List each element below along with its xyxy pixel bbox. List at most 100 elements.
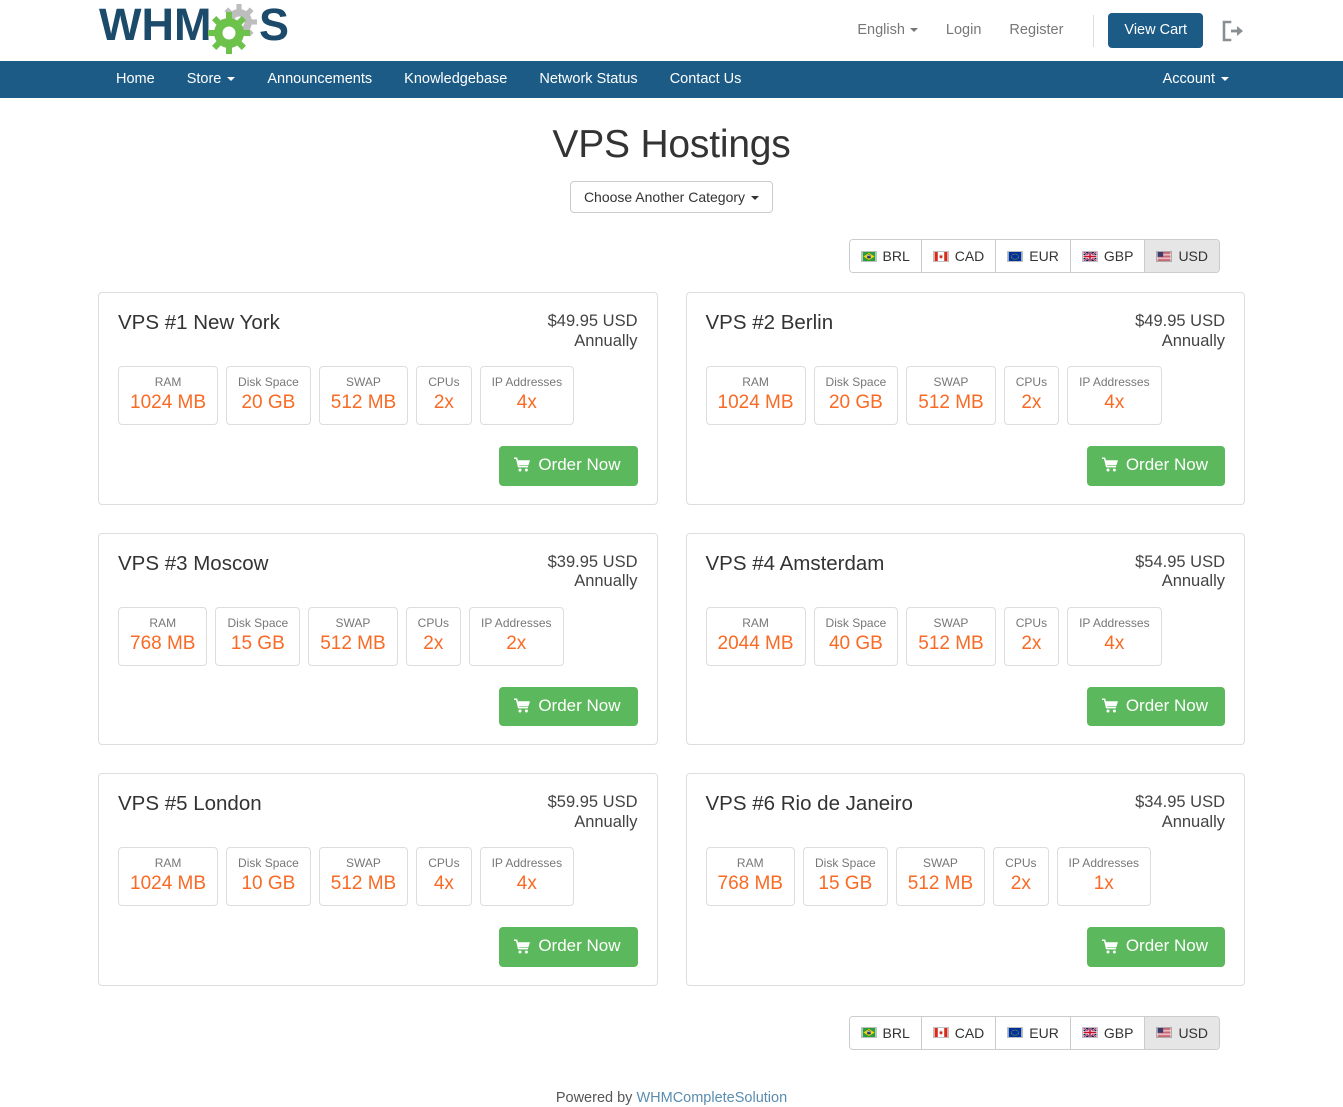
cart-icon [514, 938, 531, 955]
nav-item-account[interactable]: Account [1146, 61, 1245, 98]
spec-box: IP Addresses 1x [1056, 847, 1152, 907]
product-price-block: $59.95 USD Annually [548, 790, 638, 832]
spec-value: 10 GB [241, 873, 296, 895]
spec-box: IP Addresses 2x [469, 606, 564, 666]
order-now-button[interactable]: Order Now [1086, 686, 1225, 727]
nav-item-knowledgebase[interactable]: Knowledgebase [388, 61, 523, 98]
cart-glyph [514, 938, 531, 954]
currency-button-usd-top[interactable]: USD [1145, 240, 1219, 273]
order-now-button[interactable]: Order Now [1086, 927, 1225, 967]
spec-box: RAM 768 MB [705, 847, 795, 907]
product-card-header: VPS #6 Rio de Janeiro $34.95 USD Annually [706, 790, 1226, 832]
product-price-block: $49.95 USD Annually [1135, 309, 1225, 351]
currency-button-eur-top[interactable]: EUR [996, 240, 1071, 273]
currency-button-eur-bottom[interactable]: EUR [996, 1016, 1071, 1050]
login-link[interactable]: Login [932, 23, 995, 38]
spec-label: Disk Space [825, 615, 887, 630]
product-name: VPS #5 London [118, 792, 262, 816]
spec-box: SWAP 512 MB [906, 366, 996, 426]
spec-label: CPUs [1015, 615, 1048, 630]
header-actions: English Login Register View Cart [857, 0, 1245, 61]
spec-box: IP Addresses 4x [1067, 366, 1162, 426]
spec-value: 2x [1021, 392, 1042, 414]
main-navbar: Home Store Announcements Knowledgebase N… [0, 61, 1343, 98]
product-grid: VPS #1 New York $49.95 USD Annually RAM 1024… [0, 292, 1343, 986]
product-price: $49.95 USD [1135, 312, 1225, 331]
nav-item-network-status[interactable]: Network Status [523, 61, 653, 98]
chevron-down-icon [751, 196, 760, 201]
product-name: VPS #2 Berlin [705, 311, 834, 335]
spec-value: 15 GB [230, 632, 285, 654]
register-link[interactable]: Register [995, 23, 1077, 38]
product-card: VPS #1 New York $49.95 USD Annually RAM 1024… [98, 292, 658, 505]
spec-box: Disk Space 20 GB [813, 366, 899, 426]
language-label: English [857, 22, 905, 39]
currency-label: USD [1178, 1024, 1208, 1041]
product-name: VPS #6 Rio de Janeiro [705, 792, 913, 816]
footer-link[interactable]: WHMCompleteSolution [636, 1090, 787, 1106]
view-cart-button[interactable]: View Cart [1108, 13, 1203, 48]
product-name: VPS #4 Amsterdam [705, 551, 885, 575]
spec-label: IP Addresses [481, 615, 552, 630]
spec-label: RAM [742, 375, 769, 390]
choose-category-button[interactable]: Choose Another Category [569, 181, 774, 213]
spec-box: RAM 1024 MB [705, 366, 806, 426]
currency-button-cad-top[interactable]: CAD [921, 240, 997, 273]
language-selector[interactable]: English [857, 23, 932, 38]
spec-value: 2044 MB [717, 632, 794, 654]
order-now-button[interactable]: Order Now [1086, 446, 1225, 486]
nav-item-home[interactable]: Home [99, 61, 171, 98]
spec-label: RAM [736, 856, 764, 871]
currency-selector-top: BRL CAD EUR GBP USD [848, 239, 1220, 274]
nav-item-announcements[interactable]: Announcements [251, 61, 388, 98]
spec-box: SWAP 512 MB [318, 847, 409, 907]
spec-label: SWAP [922, 856, 958, 871]
spec-box: IP Addresses 4x [479, 847, 575, 907]
product-price-block: $54.95 USD Annually [1135, 550, 1225, 592]
nav-item-account-label: Account [1162, 71, 1215, 87]
order-now-button[interactable]: Order Now [499, 446, 638, 486]
product-price: $39.95 USD [547, 552, 638, 571]
usa-flag-icon [1156, 250, 1173, 262]
product-card-header: VPS #1 New York $49.95 USD Annually [118, 309, 638, 351]
product-spec-row: RAM 768 MB Disk Space 15 GB SWAP 512 MB CPUs 2x… [118, 606, 638, 666]
order-now-button[interactable]: Order Now [499, 686, 638, 727]
spec-label: SWAP [346, 375, 381, 390]
spec-value: 512 MB [330, 873, 397, 895]
svg-text:WHM: WHM [99, 2, 211, 50]
spec-label: SWAP [346, 856, 381, 871]
spec-label: IP Addresses [491, 375, 563, 390]
spec-value: 40 GB [828, 632, 883, 654]
spec-label: SWAP [335, 615, 371, 630]
whmcs-logo[interactable]: WHM S [99, 2, 319, 54]
currency-button-cad-bottom[interactable]: CAD [921, 1016, 997, 1050]
spec-value: 1024 MB [130, 873, 207, 895]
spec-value: 512 MB [918, 392, 984, 414]
currency-button-brl-bottom[interactable]: BRL [849, 1016, 922, 1050]
product-card-header: VPS #3 Moscow $39.95 USD Annually [118, 550, 638, 592]
nav-item-store[interactable]: Store [171, 61, 252, 98]
spec-label: IP Addresses [1079, 375, 1150, 390]
product-price: $59.95 USD [547, 793, 638, 812]
currency-button-gbp-top[interactable]: GBP [1070, 240, 1146, 273]
product-price-block: $39.95 USD Annually [548, 550, 638, 592]
chevron-down-icon [227, 77, 236, 82]
product-card: VPS #4 Amsterdam $54.95 USD Annually RAM 204… [685, 532, 1245, 746]
product-card-header: VPS #4 Amsterdam $54.95 USD Annually [706, 550, 1226, 592]
currency-button-gbp-bottom[interactable]: GBP [1070, 1016, 1146, 1050]
nav-item-store-label: Store [186, 71, 222, 87]
spec-box: SWAP 512 MB [308, 606, 398, 666]
spec-label: IP Addresses [1079, 615, 1150, 630]
spec-box: CPUs 2x [993, 847, 1049, 907]
nav-item-contact-us[interactable]: Contact Us [654, 61, 758, 98]
sign-out-icon[interactable] [1221, 20, 1245, 42]
order-now-button[interactable]: Order Now [499, 927, 638, 967]
spec-label: IP Addresses [491, 856, 563, 871]
product-billing-cycle: Annually [574, 812, 638, 831]
navbar-account: Account [1146, 61, 1245, 98]
spec-label: CPUs [428, 375, 460, 390]
currency-button-brl-top[interactable]: BRL [849, 240, 922, 273]
whmcs-logo-mark: WHM S [99, 2, 289, 54]
spec-label: RAM [742, 615, 769, 630]
currency-button-usd-bottom[interactable]: USD [1145, 1016, 1219, 1050]
